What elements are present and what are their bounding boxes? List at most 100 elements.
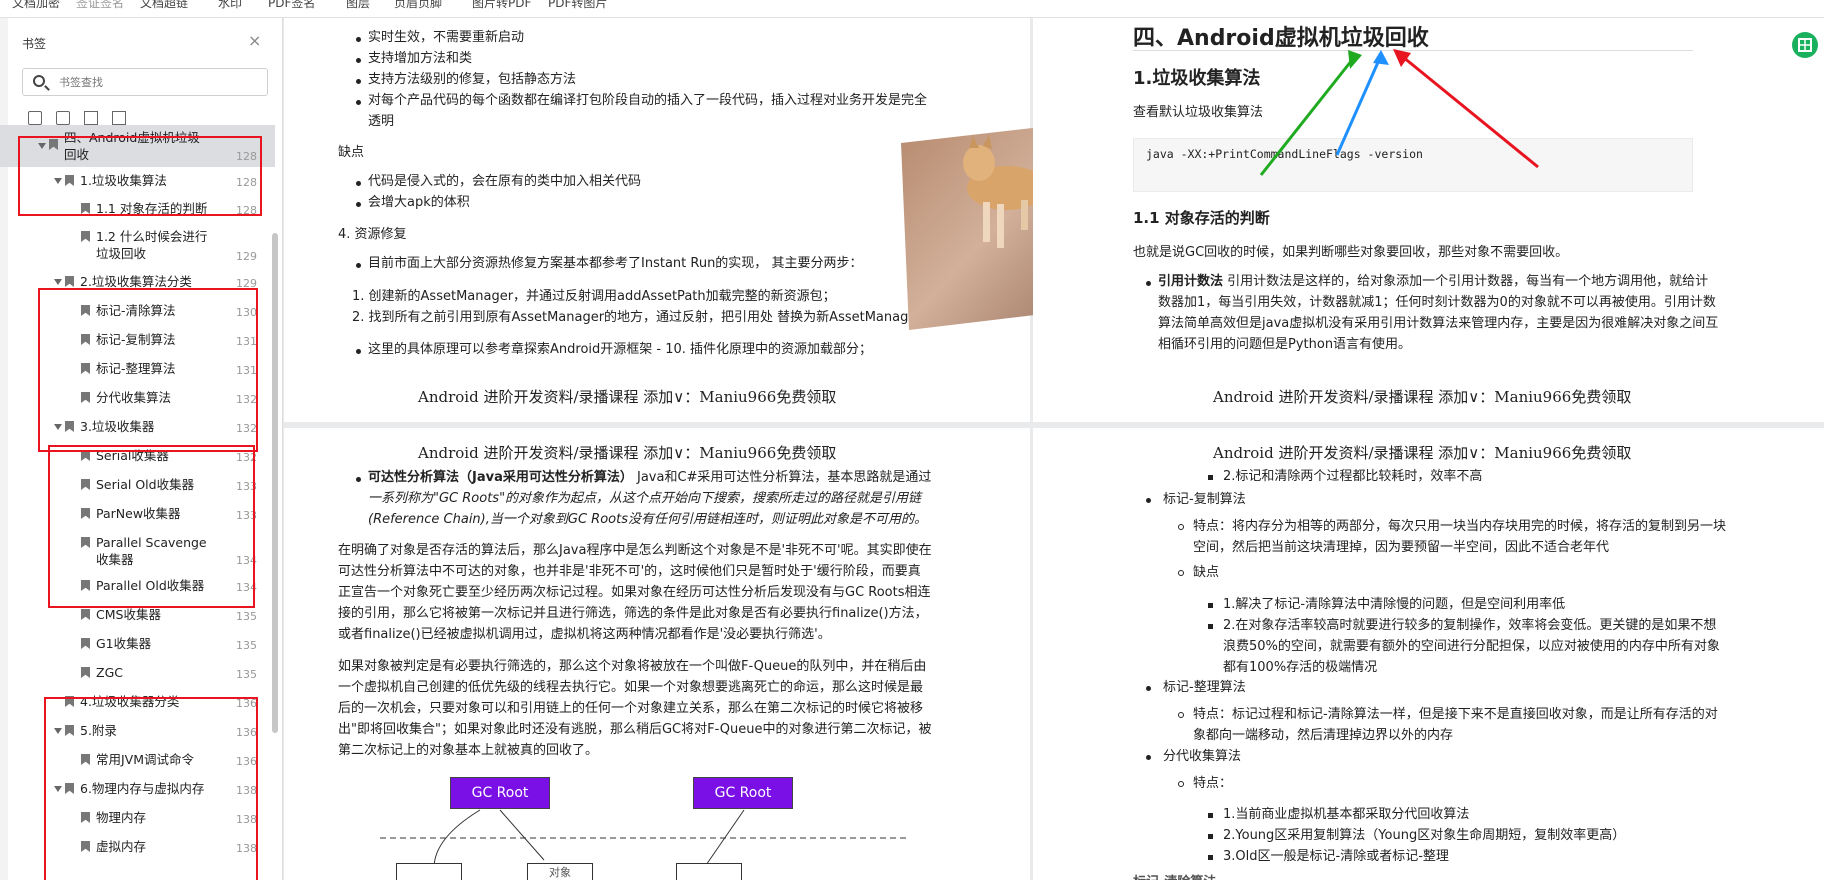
text-line: 标记-整理算法 [1163,680,1246,695]
bookmark-item[interactable]: 1.2 什么时候会进行 垃圾回收 129 [0,223,275,267]
bookmark-item[interactable]: 5.附录 136 [0,716,275,745]
bookmark-page: 129 [236,277,257,290]
menu-item[interactable]: PDF签名 [268,0,315,11]
bookmark-search-box[interactable] [22,68,268,96]
bullet [1208,475,1213,480]
bookmark-icon [81,667,90,678]
menu-item[interactable]: 图片转PDF [472,0,531,11]
bullet [356,181,361,186]
text-line: 1. 创建新的AssetManager，并通过反射调用addAssetPath加… [352,289,836,304]
bookmark-item[interactable]: 1.1 对象存活的判断 128 [0,195,275,223]
bookmark-item[interactable]: Serial Old收集器 133 [0,470,275,499]
menu-item[interactable]: 文档加密 [12,0,60,11]
bookmark-item[interactable]: Parallel Old收集器 134 [0,571,275,600]
bullet [1178,781,1184,787]
add-child-bookmark-icon[interactable] [56,111,70,125]
menu-item[interactable]: 签证签名 [76,0,124,11]
text-line: 代码是侵入式的，会在原有的类中加入相关代码 [368,174,642,189]
bullet [356,477,361,482]
bookmark-item[interactable]: 标记-复制算法 131 [0,325,275,354]
page-header: Android 进阶开发资料/录播课程 添加∨：Maniu966免费领取 [1213,444,1632,462]
bookmark-icon[interactable] [84,111,98,125]
bookmark-icon [81,450,90,461]
bookmark-page: 128 [236,150,257,163]
add-bookmark-icon[interactable] [28,111,42,125]
text-line: 2.Young区采用复制算法（Young区对象生命周期短，复制效率更高） [1223,828,1626,843]
chevron-down-icon[interactable] [54,178,62,184]
bookmark-item[interactable]: 4.垃圾收集器分类 136 [0,687,275,716]
bullet [1178,570,1184,576]
close-icon[interactable]: × [248,31,261,50]
text-line: 这里的具体原理可以参考章探索Android开源框架 - 10. 插件化原理中的资… [368,342,873,357]
text-line: 实时生效，不需要重新启动 [368,30,525,45]
bookmark-item[interactable]: CMS收集器 135 [0,600,275,629]
text-line: 浪费50%的空间，就需要有额外的空间进行分配担保，以应对被使用的内存中所有对象 [1223,639,1720,654]
chevron-down-icon[interactable] [54,786,62,792]
bookmark-item[interactable]: Parallel Scavenge 收集器 134 [0,528,275,571]
section-heading: 1.1 对象存活的判断 [1133,209,1270,227]
text-line: 特点： [1193,776,1233,791]
menu-item[interactable]: PDF转图片 [548,0,607,11]
bookmark-icon [81,305,90,316]
pdf-page-bottom-right: Android 进阶开发资料/录播课程 添加∨：Maniu966免费领取 2.标… [1033,428,1824,880]
annotation-arrows [1259,49,1539,176]
text-line: 引用计数法 引用计数法是这样的，给对象添加一个引用计数器，每当有一个地方调用他，… [1158,271,1708,292]
bookmark-item[interactable]: ParNew收集器 133 [0,499,275,528]
bookmark-page: 128 [236,204,257,217]
text-line: 可达性分析算法（Java采用可达性分析算法） Java和C#采用可达性分析算法，… [368,467,931,488]
bookmark-item[interactable]: 分代收集算法 132 [0,383,275,412]
text-line: 特点：标记过程和标记-清除算法一样，但是接下来不是直接回收对象，而是让所有存活的… [1193,707,1718,722]
bookmark-label: 常用JVM调试命令 [96,752,195,767]
text-line: 出"即将回收集合"；如果对象此时还没有逃脱，那么稍后GC将对F-Queue中的对… [338,722,932,737]
bookmark-icon [65,725,74,736]
menu-item[interactable]: 页眉页脚 [394,0,442,11]
chevron-down-icon[interactable] [54,728,62,734]
bookmark-item[interactable]: 标记-整理算法 131 [0,354,275,383]
bookmark-icon [81,363,90,374]
bookmark-item[interactable]: 标记-清除算法 130 [0,296,275,325]
bullet [1146,498,1151,503]
bookmark-page: 128 [236,176,257,189]
grid-view-icon[interactable] [1792,32,1818,58]
bookmark-item[interactable]: 物理内存 138 [0,803,275,832]
chevron-down-icon[interactable] [54,279,62,285]
bookmark-item[interactable]: 虚拟内存 138 [0,832,275,861]
object-node [396,863,462,880]
bullet [356,58,361,63]
bookmark-icon [81,479,90,490]
bookmark-page: 130 [236,306,257,319]
sidebar-scrollbar[interactable] [272,233,278,733]
bookmark-icon [81,812,90,823]
bookmark-item[interactable]: 3.垃圾收集器 132 [0,412,275,441]
bookmark-item[interactable]: 1.垃圾收集算法 128 [0,167,275,195]
bookmark-outline-icon[interactable] [112,111,126,125]
bookmark-item[interactable]: Serial收集器 132 [0,441,275,470]
bookmark-search-input[interactable] [59,73,259,91]
bookmark-item[interactable]: G1收集器 135 [0,629,275,658]
bookmark-label: CMS收集器 [96,607,161,622]
menu-item[interactable]: 文档超链 [140,0,188,11]
menu-item[interactable]: 水印 [218,0,242,11]
bookmark-item[interactable]: ZGC 135 [0,658,275,687]
chevron-down-icon[interactable] [54,424,62,430]
bookmark-page: 134 [236,581,257,594]
bookmark-icon [65,175,74,186]
bookmark-item[interactable]: 2.垃圾收集算法分类 129 [0,267,275,296]
text-line: 标记-清除算法 [1133,872,1216,880]
bullet [1146,281,1151,286]
bookmark-page: 132 [236,422,257,435]
bookmark-item[interactable]: 6.物理内存与虚拟内存 138 [0,774,275,803]
bookmark-panel: 书签 × 四、Android虚拟机垃圾 回收 128 1.垃圾收集算法 128 … [0,18,283,880]
text-span: 引用计数法是这样的，给对象添加一个引用计数器，每当有一个地方调用他，就给计 [1223,274,1709,289]
blue-arrowhead [1373,50,1389,65]
menu-item[interactable]: 图层 [346,0,370,11]
bookmark-item[interactable]: 四、Android虚拟机垃圾 回收 128 [0,125,275,167]
bookmark-page: 134 [236,554,257,567]
text-line: 查看默认垃圾收集算法 [1133,105,1264,120]
bookmark-label: Serial收集器 [96,448,169,463]
text-line: 可达性分析算法中不可达的对象，也并非是'非死不可'的，这时候他们只是暂时处于'缓… [338,564,921,579]
text-line: 会增大apk的体积 [368,195,470,210]
bookmark-item[interactable]: 常用JVM调试命令 136 [0,745,275,774]
chevron-down-icon[interactable] [38,143,46,149]
bullet [356,202,361,207]
